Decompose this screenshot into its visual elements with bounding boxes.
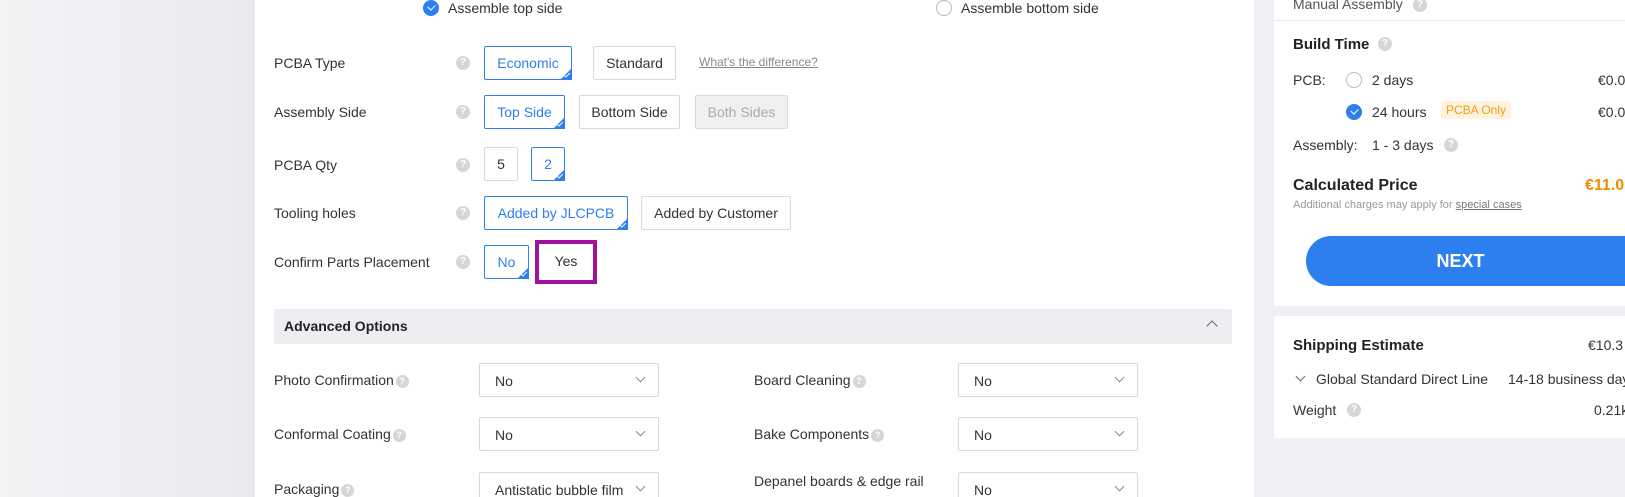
assembly-side-label: Assembly Side bbox=[274, 104, 367, 120]
help-icon[interactable]: ? bbox=[392, 428, 406, 442]
advanced-options-bar[interactable] bbox=[274, 309, 1232, 344]
assemble-bottom-radio[interactable] bbox=[936, 0, 952, 16]
chevron-down-icon bbox=[1114, 426, 1125, 437]
charges-note: Additional charges may apply for special… bbox=[1293, 199, 1522, 211]
pcba-type-economic[interactable]: Economic bbox=[484, 46, 572, 80]
pcba-qty-5[interactable]: 5 bbox=[484, 147, 518, 181]
assembly-side-both[interactable]: Both Sides bbox=[695, 95, 788, 129]
chevron-down-icon bbox=[635, 372, 646, 383]
build-2days-radio[interactable] bbox=[1346, 72, 1362, 88]
tooling-holes-label: Tooling holes bbox=[274, 205, 356, 221]
select-value: No bbox=[495, 427, 513, 443]
help-icon[interactable]: ? bbox=[456, 105, 470, 119]
calculated-price-label: Calculated Price bbox=[1293, 177, 1418, 194]
bake-components-label: Bake Components? bbox=[754, 426, 885, 442]
assemble-top-radio[interactable] bbox=[423, 0, 439, 16]
select-value: Antistatic bubble film bbox=[495, 482, 624, 497]
packaging-label: Packaging? bbox=[274, 481, 355, 497]
chevron-down-icon bbox=[1114, 372, 1125, 383]
price-24h: €0.0 bbox=[1598, 104, 1625, 120]
weight-value: 0.21k bbox=[1594, 402, 1625, 418]
photo-confirmation-label: Photo Confirmation? bbox=[274, 372, 409, 388]
packaging-select[interactable]: Antistatic bubble film bbox=[479, 472, 659, 497]
weight-label: Weight bbox=[1293, 402, 1337, 418]
pcba-qty-label: PCBA Qty bbox=[274, 157, 338, 173]
help-icon[interactable]: ? bbox=[456, 255, 470, 269]
confirm-parts-no[interactable]: No bbox=[484, 245, 529, 279]
shipping-price: €10.3 bbox=[1588, 337, 1624, 353]
shipping-method[interactable]: Global Standard Direct Line bbox=[1316, 371, 1488, 387]
photo-confirmation-select[interactable]: No bbox=[479, 363, 659, 397]
shipping-estimate-title: Shipping Estimate bbox=[1293, 337, 1424, 354]
page-margin bbox=[0, 0, 255, 497]
assembly-side-bottom[interactable]: Bottom Side bbox=[579, 95, 680, 129]
tooling-holes-jlcpcb[interactable]: Added by JLCPCB bbox=[484, 196, 628, 230]
conformal-coating-select[interactable]: No bbox=[479, 417, 659, 451]
help-icon[interactable]: ? bbox=[871, 428, 885, 442]
help-icon[interactable]: ? bbox=[1347, 403, 1361, 417]
advanced-options-title: Advanced Options bbox=[284, 318, 408, 334]
price-2days: €0.0 bbox=[1598, 72, 1625, 88]
manual-assembly-label: Manual Assembly bbox=[1293, 0, 1403, 12]
help-icon[interactable]: ? bbox=[395, 374, 409, 388]
help-icon[interactable]: ? bbox=[456, 206, 470, 220]
depanel-label: Depanel boards & edge rail bbox=[754, 473, 924, 489]
bake-components-select[interactable]: No bbox=[958, 417, 1138, 451]
tooling-holes-customer[interactable]: Added by Customer bbox=[641, 196, 791, 230]
chevron-down-icon bbox=[635, 426, 646, 437]
confirm-parts-label: Confirm Parts Placement bbox=[274, 254, 430, 270]
help-icon[interactable]: ? bbox=[1378, 37, 1392, 51]
calculated-price-value: €11.0 bbox=[1585, 177, 1625, 194]
board-cleaning-select[interactable]: No bbox=[958, 363, 1138, 397]
select-value: No bbox=[974, 427, 992, 443]
assemble-bottom-label: Assemble bottom side bbox=[961, 0, 1099, 16]
build-2days-label: 2 days bbox=[1372, 72, 1414, 88]
next-button[interactable]: NEXT bbox=[1306, 236, 1625, 286]
build-time-title: Build Time bbox=[1293, 36, 1370, 53]
select-value: No bbox=[974, 373, 992, 389]
help-icon[interactable]: ? bbox=[852, 374, 866, 388]
chevron-down-icon bbox=[635, 481, 646, 492]
select-value: No bbox=[495, 373, 513, 389]
assembly-days: 1 - 3 days bbox=[1372, 137, 1434, 153]
help-icon[interactable]: ? bbox=[456, 56, 470, 70]
help-icon[interactable]: ? bbox=[1444, 138, 1458, 152]
conformal-coating-label: Conformal Coating? bbox=[274, 426, 406, 442]
pcba-type-standard[interactable]: Standard bbox=[593, 46, 676, 80]
whats-the-difference-link[interactable]: What's the difference? bbox=[699, 55, 818, 69]
assemble-top-label: Assemble top side bbox=[448, 0, 563, 16]
depanel-select[interactable]: No bbox=[958, 472, 1138, 497]
pcba-type-label: PCBA Type bbox=[274, 55, 346, 71]
help-icon[interactable]: ? bbox=[341, 483, 355, 497]
pcba-only-badge: PCBA Only bbox=[1441, 101, 1512, 119]
assembly-label: Assembly: bbox=[1293, 137, 1358, 153]
divider bbox=[1274, 20, 1625, 21]
build-24h-label: 24 hours bbox=[1372, 104, 1427, 120]
select-value: No bbox=[974, 482, 992, 497]
board-cleaning-label: Board Cleaning? bbox=[754, 372, 866, 388]
pcb-label: PCB: bbox=[1293, 72, 1326, 88]
chevron-down-icon bbox=[1114, 481, 1125, 492]
highlight-box bbox=[535, 240, 597, 284]
pcba-qty-2[interactable]: 2 bbox=[531, 147, 565, 181]
help-icon[interactable]: ? bbox=[456, 158, 470, 172]
shipping-days: 14-18 business day bbox=[1508, 371, 1625, 387]
assembly-side-top[interactable]: Top Side bbox=[484, 95, 565, 129]
special-cases-link[interactable]: special cases bbox=[1456, 199, 1522, 211]
build-24h-radio[interactable] bbox=[1346, 104, 1362, 120]
